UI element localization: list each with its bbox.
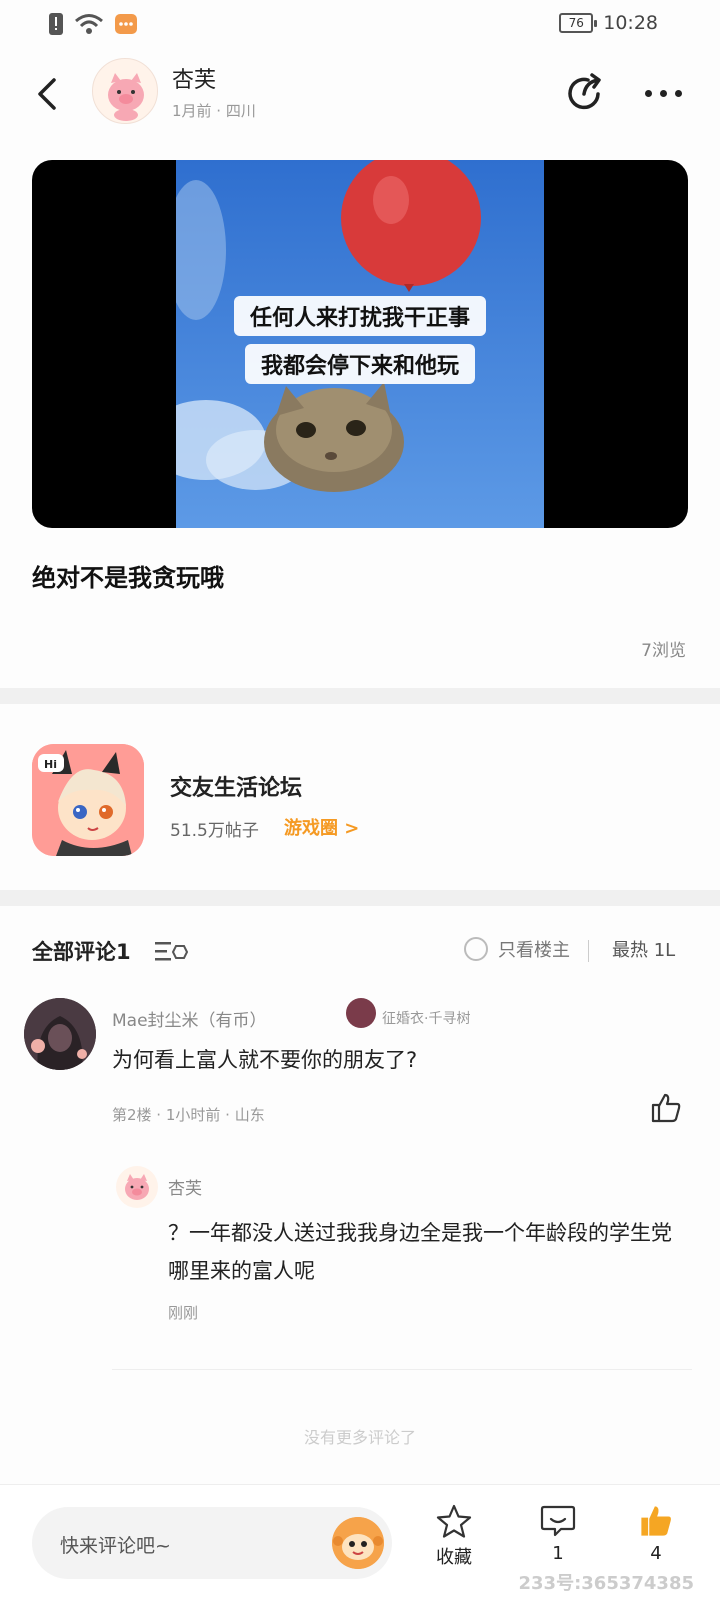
filter-button[interactable]	[154, 940, 189, 962]
status-time: 10:28	[603, 12, 658, 34]
message-icon	[115, 14, 137, 34]
reply-time: 刚刚	[168, 1304, 199, 1322]
like-count: 4	[650, 1543, 662, 1564]
reply-item[interactable]: 杏芙 ？一年都没人送过我我身边全是我一个年龄段的学生党哪里来的富人呢 刚刚	[112, 1150, 692, 1370]
forum-post-count: 51.5万帖子	[170, 821, 259, 841]
all-comments-label: 全部评论1	[32, 940, 131, 964]
commenter-badge-icon	[346, 998, 376, 1028]
no-more-comments: 没有更多评论了	[303, 1428, 416, 1447]
video-caption-line1: 任何人来打扰我干正事	[176, 296, 544, 336]
comment-count: 1	[552, 1543, 564, 1564]
battery-icon: 76	[559, 13, 598, 33]
section-divider	[0, 688, 720, 704]
mascot-icon	[332, 1517, 384, 1569]
caption-text-1: 任何人来打扰我干正事	[233, 296, 486, 336]
comment-input-placeholder: 快来评论吧~	[60, 1535, 171, 1557]
svg-text:Hi: Hi	[44, 758, 57, 771]
video-caption-line2: 我都会停下来和他玩	[176, 344, 544, 384]
reply-author-name[interactable]: 杏芙	[168, 1174, 202, 1199]
author-name[interactable]: 杏芙	[172, 62, 216, 94]
comment-count-button[interactable]: 1	[528, 1503, 588, 1564]
thumbs-up-filled-icon	[641, 1506, 671, 1536]
monkey-mascot-icon	[332, 1517, 384, 1569]
comment-input[interactable]: 快来评论吧~	[32, 1507, 392, 1579]
caption-text-2: 我都会停下来和他玩	[244, 344, 475, 384]
chevron-left-icon	[38, 78, 56, 110]
star-icon	[436, 1504, 472, 1538]
comments-header: 全部评论1 只看楼主 最热 1L	[0, 908, 720, 988]
watermark: 233号:365374385	[518, 1573, 695, 1594]
favorite-button[interactable]: 收藏	[424, 1503, 484, 1569]
pig-avatar-icon	[108, 73, 144, 121]
post-header: 杏芙 1月前 · 四川	[0, 50, 720, 140]
favorite-label: 收藏	[436, 1547, 472, 1568]
commenter-avatar[interactable]	[24, 998, 96, 1070]
status-icons-right: 76 10:28	[559, 12, 658, 34]
reply-author-avatar[interactable]	[116, 1166, 158, 1208]
sort-divider	[588, 940, 589, 962]
dark-character-avatar-icon	[24, 998, 96, 1070]
author-avatar[interactable]	[92, 58, 158, 124]
comment-bubble-icon	[540, 1505, 576, 1537]
commenter-name[interactable]: Mae封尘米（有币）	[112, 1006, 267, 1031]
back-button[interactable]	[30, 74, 64, 114]
forum-name: 交友生活论坛	[170, 776, 303, 801]
forum-icon: Hi	[32, 744, 144, 856]
more-dot-icon	[659, 89, 667, 97]
game-circle-link[interactable]: 游戏圈 >	[284, 814, 359, 840]
filter-icon	[155, 942, 189, 961]
bottom-bar: 快来评论吧~ 收藏 1 4 233号:365374385	[0, 1484, 720, 1600]
reply-text: ？一年都没人送过我我身边全是我一个年龄段的学生党哪里来的富人呢	[168, 1221, 672, 1283]
section-divider	[0, 890, 720, 906]
alert-icon	[49, 13, 63, 35]
video-player[interactable]: 任何人来打扰我干正事 我都会停下来和他玩	[32, 160, 688, 528]
author-only-radio[interactable]	[464, 937, 488, 961]
like-count-button[interactable]: 4	[626, 1503, 686, 1564]
more-dot-icon	[644, 89, 652, 97]
view-count: 7浏览	[641, 641, 686, 661]
more-button[interactable]	[640, 80, 686, 106]
more-dot-icon	[674, 89, 682, 97]
pig-avatar-icon	[125, 1174, 149, 1200]
post-meta: 1月前 · 四川	[172, 102, 256, 120]
share-button[interactable]	[564, 72, 606, 114]
post-title: 绝对不是我贪玩哦	[32, 564, 224, 592]
status-bar: 76 10:28	[0, 0, 720, 50]
wifi-icon	[75, 14, 103, 34]
anime-girl-icon: Hi	[32, 744, 144, 856]
share-icon	[568, 73, 601, 110]
status-icons-left	[48, 12, 138, 36]
forum-card[interactable]: Hi 交友生活论坛 51.5万帖子 游戏圈 >	[0, 714, 720, 890]
author-only-label: 只看楼主	[498, 940, 570, 961]
commenter-badge-label: 征婚衣·千寻树	[382, 1011, 471, 1027]
sort-button[interactable]: 最热 1L	[612, 936, 675, 962]
comment-meta: 第2楼 · 1小时前 · 山东	[112, 1106, 265, 1124]
comment-like-button[interactable]	[650, 1092, 682, 1124]
comment-text: 为何看上富人就不要你的朋友了?	[112, 1048, 418, 1072]
thumbs-up-icon	[651, 1093, 681, 1123]
author-only-toggle[interactable]: 只看楼主	[464, 936, 570, 962]
